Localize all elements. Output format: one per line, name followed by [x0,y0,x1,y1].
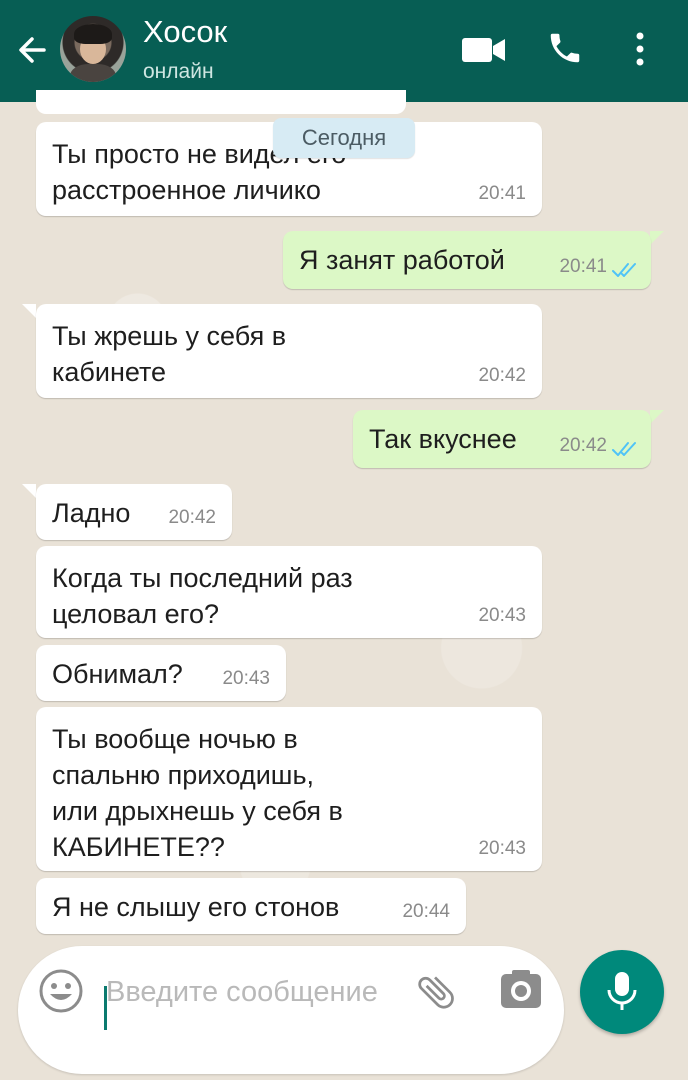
mic-button[interactable] [580,950,664,1034]
bubble-tail [650,410,664,424]
paperclip-icon[interactable] [414,970,458,1014]
mic-icon [607,972,637,1010]
camera-icon[interactable] [500,970,542,1010]
message-text: Ты вообще ночью в спальню приходишь, или… [52,724,343,862]
contact-avatar[interactable] [60,16,126,82]
message-time: 20:42 [478,365,526,386]
message-time: 20:44 [402,901,450,922]
message-bubble-incoming[interactable]: Ладно 20:42 [36,484,232,540]
message-input[interactable]: Введите сообщение [106,974,406,1010]
message-bubble-incoming[interactable]: Я не слышу его стонов 20:44 [36,878,466,934]
bubble-tail [650,231,664,245]
bubble-tail [22,304,36,318]
double-check-icon [612,263,636,277]
message-bubble-incoming[interactable]: Ты вообще ночью в спальню приходишь, или… [36,707,542,871]
video-call-icon[interactable] [462,36,506,64]
message-bubble-partial [36,90,406,114]
message-time: 20:43 [478,605,526,626]
message-time: 20:43 [222,668,270,689]
contact-name[interactable]: Хосок [143,14,227,50]
message-bubble-outgoing[interactable]: Я занят работой 20:41 [283,231,651,289]
message-bubble-outgoing[interactable]: Так вкуснее 20:42 [353,410,651,468]
message-time: 20:41 [559,256,607,277]
message-bubble-incoming[interactable]: Обнимал? 20:43 [36,645,286,701]
date-separator: Сегодня [273,118,415,158]
back-arrow-icon[interactable] [14,30,50,70]
message-time: 20:42 [168,507,216,528]
message-text: Когда ты последний раз целовал его? [52,563,353,629]
bubble-tail [22,484,36,498]
contact-status: онлайн [143,60,214,83]
more-vert-icon[interactable] [630,30,650,70]
chat-header: Хосок онлайн [0,0,688,102]
phone-icon[interactable] [546,28,584,68]
message-input-bar[interactable] [18,946,564,1074]
message-time: 20:42 [559,435,607,456]
message-text: Я не слышу его стонов [52,892,340,922]
message-bubble-incoming[interactable]: Ты жрешь у себя в кабинете 20:42 [36,304,542,398]
message-text: Ты жрешь у себя в кабинете [52,321,287,387]
double-check-icon [612,442,636,456]
emoji-icon[interactable] [38,968,84,1014]
message-time: 20:41 [478,183,526,204]
message-time: 20:43 [478,838,526,859]
message-bubble-incoming[interactable]: Когда ты последний раз целовал его? 20:4… [36,546,542,638]
